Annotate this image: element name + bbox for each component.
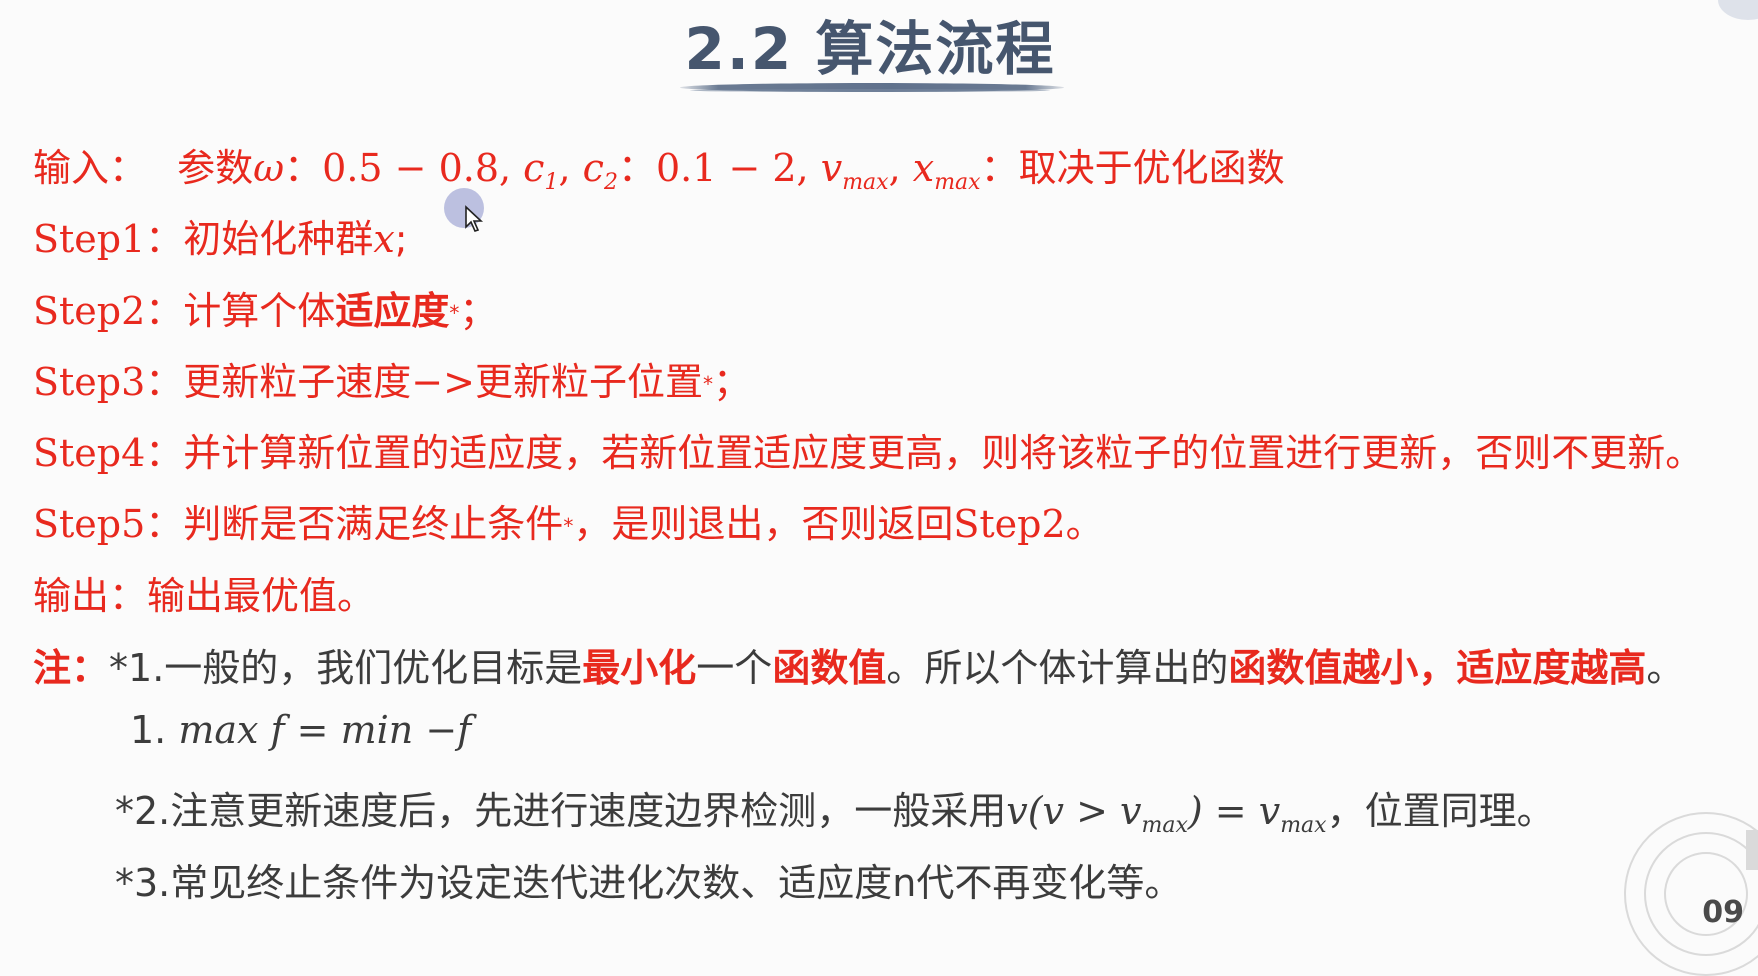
step3-label: Step3： — [33, 360, 184, 404]
step5-line: Step5：判断是否满足终止条件*，是则退出，否则返回Step2。 — [33, 493, 1104, 548]
note1-text: *1.一般的，我们优化目标是 — [109, 646, 583, 690]
footnote-star: * — [563, 514, 574, 538]
step2-line: Step2：计算个体适应度*； — [33, 280, 497, 335]
input-label: 输入： — [33, 146, 148, 190]
note2-tail: ，位置同理。 — [1326, 789, 1555, 833]
formula-number: 1. — [130, 708, 179, 752]
note1-bold: 最小化 — [582, 646, 697, 690]
note1-text: 一个 — [696, 646, 773, 690]
step5-ref: Step2 — [953, 502, 1066, 546]
omega-range: 0.5 − 0.8, — [322, 146, 524, 190]
comma: , — [558, 146, 583, 190]
title-underline-stroke — [690, 89, 1050, 92]
note2-line: *2.注意更新速度后，先进行速度边界检测，一般采用v(v > vmax) = v… — [115, 780, 1555, 838]
input-params-prefix: 参数 — [177, 146, 254, 190]
step4-line: Step4：并计算新位置的适应度，若新位置适应度更高，则将该粒子的位置进行更新，… — [33, 422, 1703, 477]
step3-end: ； — [712, 360, 751, 404]
omega-symbol: ω — [253, 146, 285, 190]
input-line: 输入： 参数ω：0.5 − 0.8, c1, c2：0.1 − 2, vmax,… — [33, 137, 1285, 195]
step1-end: ; — [394, 217, 408, 261]
step4-text: 并计算新位置的适应度，若新位置适应度更高，则将该粒子的位置进行更新，否则不更新。 — [183, 431, 1704, 475]
vmax-subscript: max — [1141, 813, 1188, 838]
step3-text: 更新粒子速度−>更新粒子位置 — [183, 360, 703, 404]
c-symbol: c — [582, 146, 604, 190]
output-text: 输出最优值。 — [147, 574, 376, 618]
step5-end: 。 — [1065, 502, 1104, 546]
note2-formula: v(v > v — [1006, 789, 1142, 833]
comma: , — [888, 146, 913, 190]
note1-bold: 函数值 — [772, 646, 887, 690]
v-symbol: v — [820, 146, 843, 190]
c2-subscript: 2 — [603, 170, 618, 195]
mouse-cursor-icon — [465, 205, 484, 232]
c-symbol: c — [523, 146, 545, 190]
c1-subscript: 1 — [544, 170, 559, 195]
x-symbol: x — [912, 146, 935, 190]
page-title: 2.2 算法流程 — [684, 15, 1056, 83]
note2-formula: ) = v — [1187, 789, 1281, 833]
step5-label: Step5： — [33, 502, 184, 546]
step2-label: Step2： — [33, 289, 184, 333]
xmax-subscript: max — [934, 170, 981, 195]
note1-text: 。所以个体计算出的 — [886, 646, 1229, 690]
step1-text: 初始化种群 — [183, 217, 374, 261]
note-label: 注： — [33, 646, 110, 690]
note3-text: *3.常见终止条件为设定迭代进化次数、适应度n代不再变化等。 — [115, 861, 1183, 905]
step2-end: ； — [459, 289, 498, 333]
formula: max f = min −f — [178, 708, 472, 752]
colon: ： — [284, 146, 323, 190]
x-symbol: x — [373, 217, 395, 261]
edge-decoration — [1746, 830, 1758, 870]
step2-text: 计算个体 — [183, 289, 336, 333]
step4-label: Step4： — [33, 431, 184, 475]
note1-text: 。 — [1646, 646, 1685, 690]
page-number: 09 — [1702, 895, 1744, 930]
input-tail: ：取决于优化函数 — [980, 146, 1285, 190]
note3-line: *3.常见终止条件为设定迭代进化次数、适应度n代不再变化等。 — [115, 852, 1182, 907]
step5-tail: ，是则退出，否则返回 — [573, 502, 954, 546]
step3-line: Step3：更新粒子速度−>更新粒子位置*； — [33, 351, 751, 406]
footnote-star: * — [702, 372, 713, 396]
note2-text: *2.注意更新速度后，先进行速度边界检测，一般采用 — [115, 789, 1007, 833]
note1-formula-line: 1. max f = min −f — [130, 708, 471, 752]
step1-line: Step1：初始化种群x; — [33, 208, 408, 263]
output-line: 输出：输出最优值。 — [33, 565, 375, 620]
note1-line: 注：*1.一般的，我们优化目标是最小化一个函数值。所以个体计算出的函数值越小，适… — [33, 637, 1684, 692]
colon: ： — [617, 146, 656, 190]
c-range: 0.1 − 2, — [655, 146, 821, 190]
footnote-star: * — [449, 301, 460, 325]
step5-text: 判断是否满足终止条件 — [183, 502, 564, 546]
note1-bold: 函数值越小，适应度越高 — [1228, 646, 1647, 690]
output-label: 输出： — [33, 574, 148, 618]
vmax-subscript: max — [1280, 813, 1327, 838]
step2-bold: 适应度 — [335, 289, 450, 333]
step1-label: Step1： — [33, 217, 184, 261]
vmax-subscript: max — [842, 170, 889, 195]
